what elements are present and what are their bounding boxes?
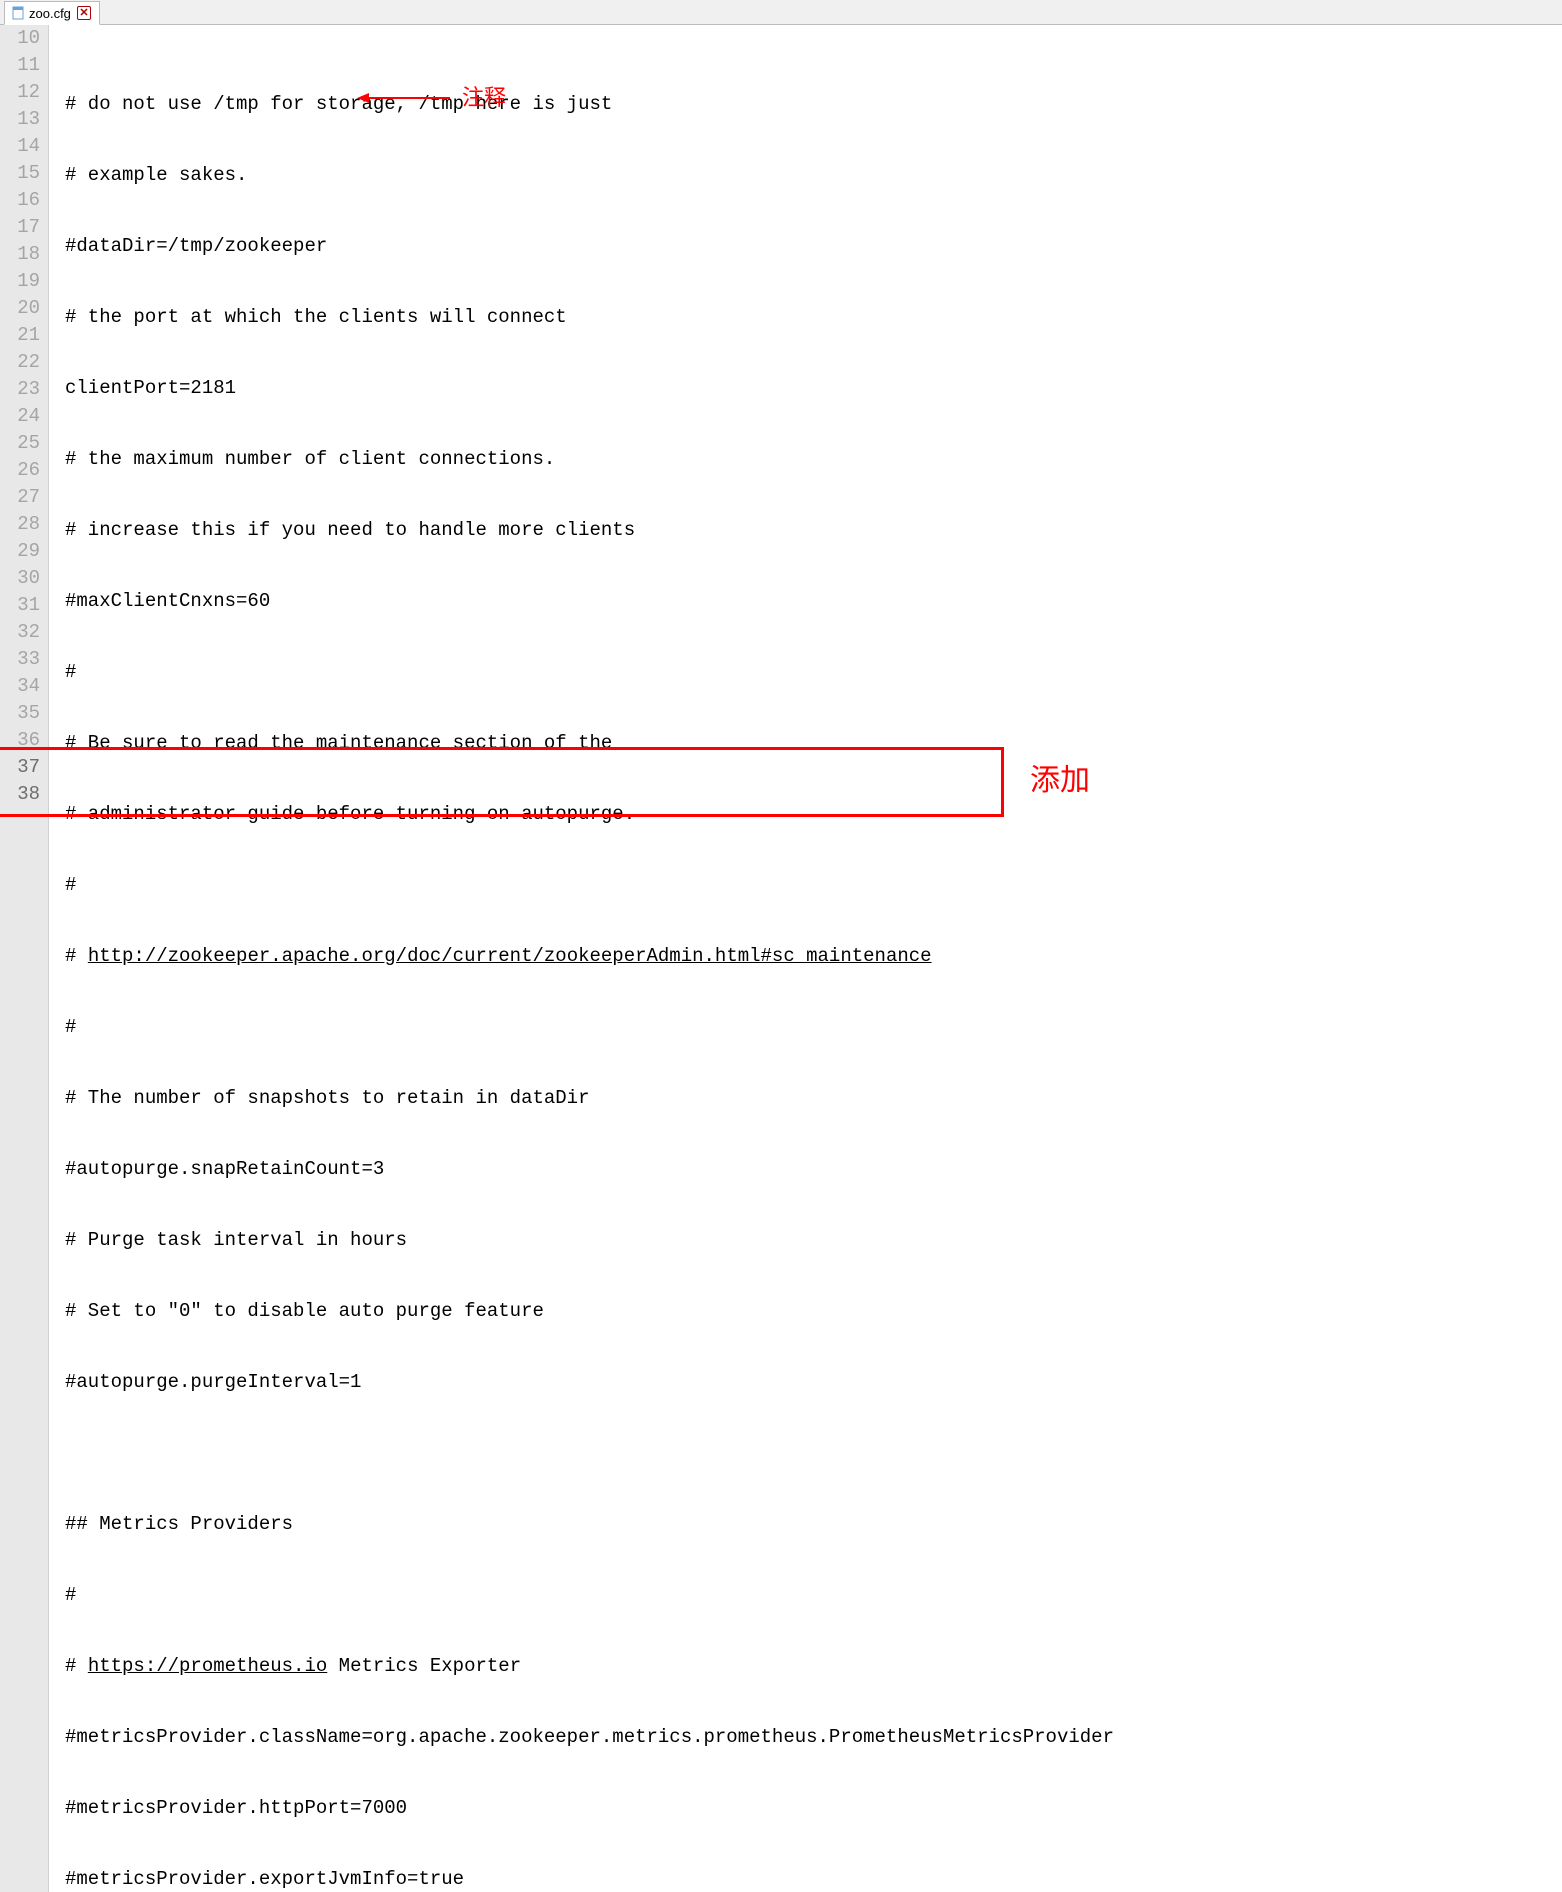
code-line: clientPort=2181 [65,375,1562,402]
url-link[interactable]: https://prometheus.io [88,1655,327,1677]
line-number: 30 [4,565,40,592]
code-line: # https://prometheus.io Metrics Exporter [65,1653,1562,1680]
code-line: # Set to "0" to disable auto purge featu… [65,1298,1562,1325]
line-number: 36 [4,727,40,754]
code-line: #autopurge.snapRetainCount=3 [65,1156,1562,1183]
tab-bar: zoo.cfg ✕ [0,0,1562,25]
line-number: 23 [4,376,40,403]
tab-filename: zoo.cfg [29,6,71,21]
line-number: 38 [4,781,40,808]
code-line: # the maximum number of client connectio… [65,446,1562,473]
code-line: # [65,872,1562,899]
code-line [65,1440,1562,1467]
code-line: # the port at which the clients will con… [65,304,1562,331]
line-number: 17 [4,214,40,241]
line-number: 12 [4,79,40,106]
line-number: 27 [4,484,40,511]
close-icon[interactable]: ✕ [77,6,91,20]
line-number: 33 [4,646,40,673]
code-line: # [65,659,1562,686]
code-line: #metricsProvider.exportJvmInfo=true [65,1866,1562,1892]
code-line: #metricsProvider.className=org.apache.zo… [65,1724,1562,1751]
code-line: # example sakes. [65,162,1562,189]
code-line: #dataDir=/tmp/zookeeper [65,233,1562,260]
line-number: 35 [4,700,40,727]
code-line: # [65,1014,1562,1041]
url-link[interactable]: http://zookeeper.apache.org/doc/current/… [88,945,932,967]
file-tab[interactable]: zoo.cfg ✕ [4,1,100,25]
code-editor[interactable]: 10 11 12 13 14 15 16 17 18 19 20 21 22 2… [0,25,1562,1892]
line-number: 19 [4,268,40,295]
line-number: 15 [4,160,40,187]
line-number: 11 [4,52,40,79]
line-number: 29 [4,538,40,565]
line-number: 34 [4,673,40,700]
line-number: 10 [4,25,40,52]
code-line: #metricsProvider.httpPort=7000 [65,1795,1562,1822]
line-number: 32 [4,619,40,646]
line-number: 25 [4,430,40,457]
code-line: #maxClientCnxns=60 [65,588,1562,615]
line-number: 24 [4,403,40,430]
line-number: 31 [4,592,40,619]
code-line: # [65,1582,1562,1609]
line-number: 22 [4,349,40,376]
file-icon [11,6,25,20]
line-number: 21 [4,322,40,349]
line-number: 16 [4,187,40,214]
code-line: #autopurge.purgeInterval=1 [65,1369,1562,1396]
code-line: # do not use /tmp for storage, /tmp here… [65,91,1562,118]
line-number: 26 [4,457,40,484]
code-line: # The number of snapshots to retain in d… [65,1085,1562,1112]
line-number: 13 [4,106,40,133]
line-number: 37 [4,754,40,781]
line-number: 28 [4,511,40,538]
code-line: # administrator guide before turning on … [65,801,1562,828]
code-line: # Be sure to read the maintenance sectio… [65,730,1562,757]
line-number: 18 [4,241,40,268]
code-line: ## Metrics Providers [65,1511,1562,1538]
code-area[interactable]: # do not use /tmp for storage, /tmp here… [49,25,1562,1892]
code-line: # Purge task interval in hours [65,1227,1562,1254]
code-line: # increase this if you need to handle mo… [65,517,1562,544]
line-number: 20 [4,295,40,322]
code-line: # http://zookeeper.apache.org/doc/curren… [65,943,1562,970]
line-number: 14 [4,133,40,160]
line-number-gutter: 10 11 12 13 14 15 16 17 18 19 20 21 22 2… [0,25,49,1892]
